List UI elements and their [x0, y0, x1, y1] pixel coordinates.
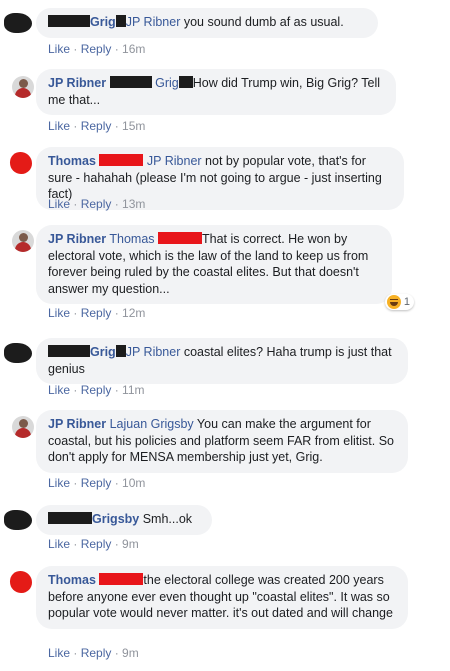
- comment-bubble: Grig JP Ribner coastal elites? Haha trump…: [36, 338, 408, 384]
- avatar[interactable]: [10, 152, 32, 174]
- separator: ·: [70, 306, 81, 320]
- comment-actions: Like · Reply · 11m: [48, 383, 145, 397]
- author-name[interactable]: Thomas: [48, 154, 96, 168]
- redaction-block: [48, 512, 92, 524]
- timestamp[interactable]: 15m: [122, 119, 145, 133]
- reply-button[interactable]: Reply: [81, 537, 112, 551]
- like-button[interactable]: Like: [48, 383, 70, 397]
- separator: ·: [111, 537, 123, 551]
- reaction-count: 1: [403, 296, 410, 308]
- separator: ·: [111, 476, 123, 490]
- separator: ·: [111, 42, 123, 56]
- reply-button[interactable]: Reply: [81, 197, 112, 211]
- avatar[interactable]: [4, 510, 32, 530]
- avatar[interactable]: [4, 13, 32, 33]
- redaction-block: [99, 573, 144, 585]
- avatar[interactable]: [12, 76, 34, 98]
- comment-bubble: Thomas the electoral college was created…: [36, 566, 408, 629]
- comment-actions: Like · Reply · 13m: [48, 197, 145, 211]
- reply-button[interactable]: Reply: [81, 306, 112, 320]
- separator: ·: [111, 306, 123, 320]
- timestamp[interactable]: 12m: [122, 306, 145, 320]
- mention-tag[interactable]: JP Ribner: [147, 154, 202, 168]
- timestamp[interactable]: 16m: [122, 42, 145, 56]
- mention-tag[interactable]: JP Ribner: [126, 345, 181, 359]
- mention-tag[interactable]: Thomas: [109, 232, 154, 246]
- like-button[interactable]: Like: [48, 42, 70, 56]
- redaction-block: [115, 15, 126, 27]
- redaction-block: [115, 345, 126, 357]
- comment-text: you sound dumb af as usual.: [180, 15, 344, 29]
- comment-text: not by popular vote, that's for sure - h…: [48, 154, 382, 201]
- author-name[interactable]: Grigsby: [92, 512, 139, 526]
- haha-emoji-icon: [386, 295, 401, 309]
- redaction-block: [158, 232, 203, 244]
- author-name[interactable]: JP Ribner: [48, 76, 106, 90]
- mention-tag[interactable]: Grig: [155, 76, 179, 90]
- comment-actions: Like · Reply · 9m: [48, 537, 139, 551]
- timestamp[interactable]: 9m: [122, 537, 139, 551]
- avatar[interactable]: [12, 230, 34, 252]
- like-button[interactable]: Like: [48, 119, 70, 133]
- separator: ·: [111, 119, 123, 133]
- timestamp[interactable]: 9m: [122, 646, 139, 660]
- author-name[interactable]: JP Ribner: [48, 417, 106, 431]
- author-name[interactable]: Grig: [90, 15, 116, 29]
- redaction-block: [99, 154, 144, 166]
- separator: ·: [111, 646, 123, 660]
- avatar-shirt: [15, 242, 31, 252]
- separator: ·: [111, 197, 123, 211]
- avatar-shirt: [15, 88, 31, 98]
- mention-tag[interactable]: JP Ribner: [126, 15, 181, 29]
- author-name[interactable]: JP Ribner: [48, 232, 106, 246]
- separator: ·: [70, 42, 81, 56]
- redaction-block: [48, 345, 90, 357]
- comment-actions: Like · Reply · 15m: [48, 119, 145, 133]
- separator: ·: [111, 383, 123, 397]
- reply-button[interactable]: Reply: [81, 119, 112, 133]
- like-button[interactable]: Like: [48, 476, 70, 490]
- redaction-block: [178, 76, 193, 88]
- author-name[interactable]: Grig: [90, 345, 116, 359]
- timestamp[interactable]: 13m: [122, 197, 145, 211]
- avatar[interactable]: [12, 416, 34, 438]
- avatar-head: [19, 233, 28, 242]
- reply-button[interactable]: Reply: [81, 383, 112, 397]
- avatar[interactable]: [4, 343, 32, 363]
- comment-bubble: JP Ribner Thomas That is correct. He won…: [36, 225, 392, 304]
- separator: ·: [70, 197, 81, 211]
- author-name[interactable]: Thomas: [48, 573, 96, 587]
- like-button[interactable]: Like: [48, 197, 70, 211]
- avatar-head: [19, 419, 28, 428]
- comment-actions: Like · Reply · 12m: [48, 306, 145, 320]
- mention-tag[interactable]: Lajuan Grigsby: [110, 417, 194, 431]
- reply-button[interactable]: Reply: [81, 646, 112, 660]
- comment-bubble: JP Ribner Grig How did Trump win, Big Gri…: [36, 69, 396, 115]
- separator: ·: [70, 476, 81, 490]
- comment-actions: Like · Reply · 16m: [48, 42, 145, 56]
- avatar-shirt: [15, 428, 31, 438]
- like-button[interactable]: Like: [48, 646, 70, 660]
- avatar[interactable]: [10, 571, 32, 593]
- separator: ·: [70, 119, 81, 133]
- like-button[interactable]: Like: [48, 306, 70, 320]
- comment-bubble: JP Ribner Lajuan Grigsby You can make th…: [36, 410, 408, 473]
- reaction-summary[interactable]: 1: [384, 294, 414, 310]
- avatar-head: [19, 79, 28, 88]
- separator: ·: [70, 383, 81, 397]
- like-button[interactable]: Like: [48, 537, 70, 551]
- reply-button[interactable]: Reply: [81, 42, 112, 56]
- timestamp[interactable]: 11m: [122, 383, 144, 397]
- comment-text: Smh...ok: [139, 512, 193, 526]
- comment-actions: Like · Reply · 9m: [48, 646, 139, 660]
- comment-actions: Like · Reply · 10m: [48, 476, 145, 490]
- redaction-block: [109, 76, 152, 88]
- timestamp[interactable]: 10m: [122, 476, 145, 490]
- separator: ·: [70, 646, 81, 660]
- comment-bubble: Grig JP Ribner you sound dumb af as usual…: [36, 8, 378, 38]
- reply-button[interactable]: Reply: [81, 476, 112, 490]
- separator: ·: [70, 537, 81, 551]
- redaction-block: [48, 15, 90, 27]
- comment-bubble: Grigsby Smh...ok: [36, 505, 212, 535]
